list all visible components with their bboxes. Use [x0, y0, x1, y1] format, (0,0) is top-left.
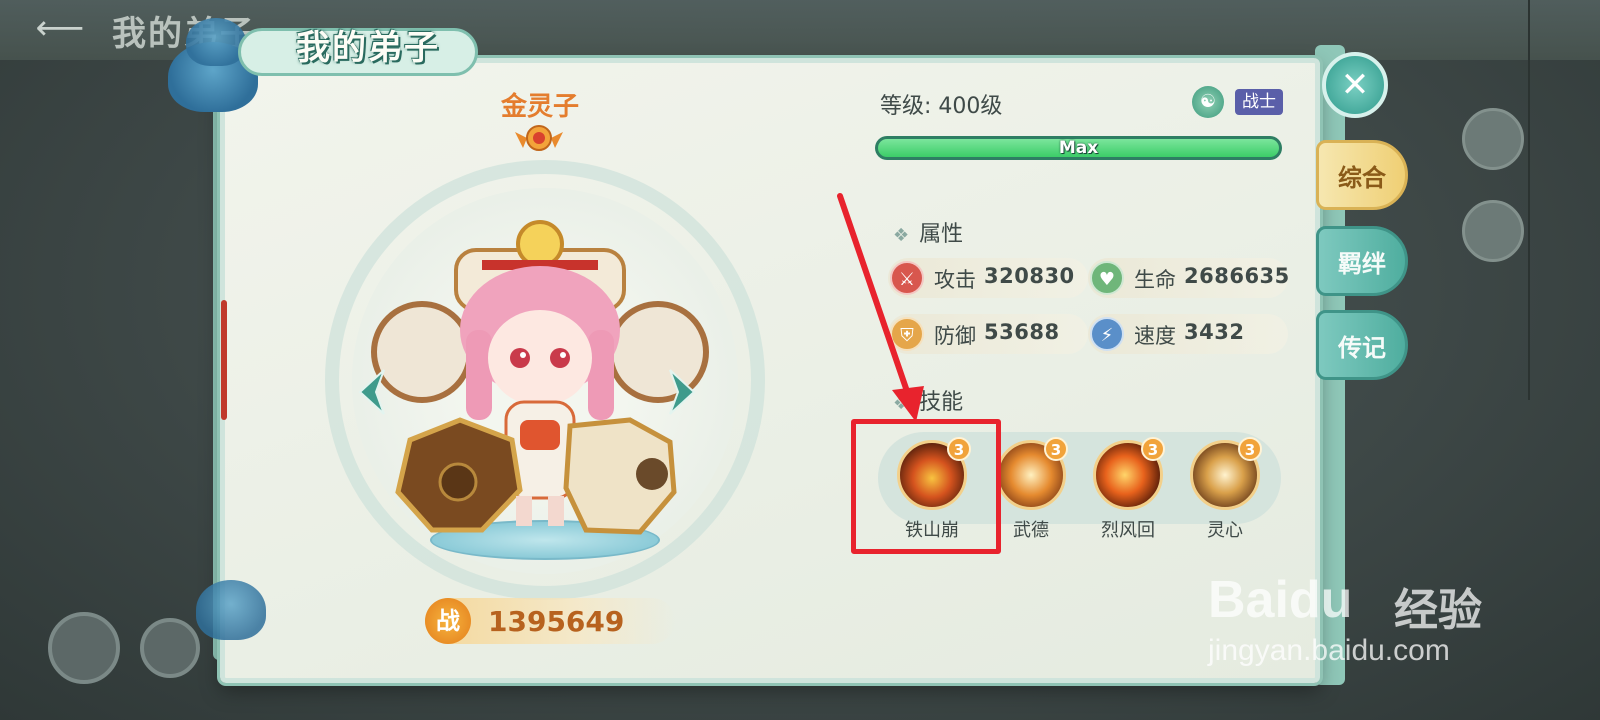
- skill-level-badge: 3: [1044, 437, 1068, 461]
- stat-value: 2686635: [1184, 264, 1290, 288]
- arrow-left-icon: ⟵: [35, 8, 85, 48]
- watermark-brand: Baidu: [1208, 571, 1353, 629]
- stat-label: 攻击: [934, 268, 976, 292]
- close-button[interactable]: ✕: [1322, 52, 1388, 118]
- character-portrait[interactable]: [370, 220, 710, 540]
- skill-name: 灵心: [1207, 520, 1243, 541]
- annotation-highlight-box: [851, 419, 1001, 554]
- stat-value: 320830: [984, 264, 1075, 288]
- character-name: 金灵子: [500, 92, 579, 122]
- watermark-suffix: 经验: [1394, 585, 1482, 636]
- pine-decoration: [186, 18, 246, 66]
- exp-bar-label: Max: [1058, 138, 1099, 158]
- dock-avatar-2[interactable]: [140, 618, 200, 678]
- skill-level-badge: 3: [1141, 437, 1165, 461]
- watermark-url: jingyan.baidu.com: [1208, 634, 1450, 667]
- stat-value: 3432: [1184, 320, 1245, 344]
- tab-overview[interactable]: 综合: [1316, 140, 1408, 210]
- rank-badge-icon: [515, 125, 563, 151]
- yin-yang-icon: ☯: [1192, 86, 1224, 118]
- cloud-decoration: [196, 580, 266, 640]
- panel-title: 我的弟子: [296, 28, 440, 68]
- back-button[interactable]: ⟵: [30, 8, 90, 48]
- dock-avatar-1[interactable]: [48, 612, 120, 684]
- side-menu-icon-bottom[interactable]: [1462, 200, 1524, 262]
- lightning-icon: ⚡: [1090, 317, 1124, 351]
- class-badge: 战士: [1235, 89, 1283, 115]
- annotation-arrow-icon: [837, 193, 924, 422]
- tab-biography[interactable]: 传记: [1316, 310, 1408, 380]
- tab-bonds[interactable]: 羁绊: [1316, 226, 1408, 296]
- next-disciple-button[interactable]: [668, 368, 698, 416]
- combat-power-value: 1395649: [488, 605, 625, 638]
- skill-name: 烈风回: [1101, 520, 1155, 541]
- stat-label: 生命: [1134, 268, 1176, 292]
- stat-label: 防御: [934, 324, 976, 348]
- hanging-decoration: [1528, 0, 1530, 400]
- scroll-indicator: [221, 300, 227, 420]
- close-icon: ✕: [1340, 65, 1370, 105]
- stat-label: 速度: [1134, 324, 1176, 348]
- previous-disciple-button[interactable]: [356, 368, 386, 416]
- level-text: 等级: 400级: [880, 94, 1003, 119]
- skill-level-badge: 3: [1238, 437, 1262, 461]
- heart-icon: ♥: [1090, 261, 1124, 295]
- title-banner: 我的弟子: [238, 10, 478, 80]
- combat-power-icon: 战: [425, 598, 471, 644]
- side-menu-icon-top[interactable]: [1462, 108, 1524, 170]
- stat-value: 53688: [984, 320, 1060, 344]
